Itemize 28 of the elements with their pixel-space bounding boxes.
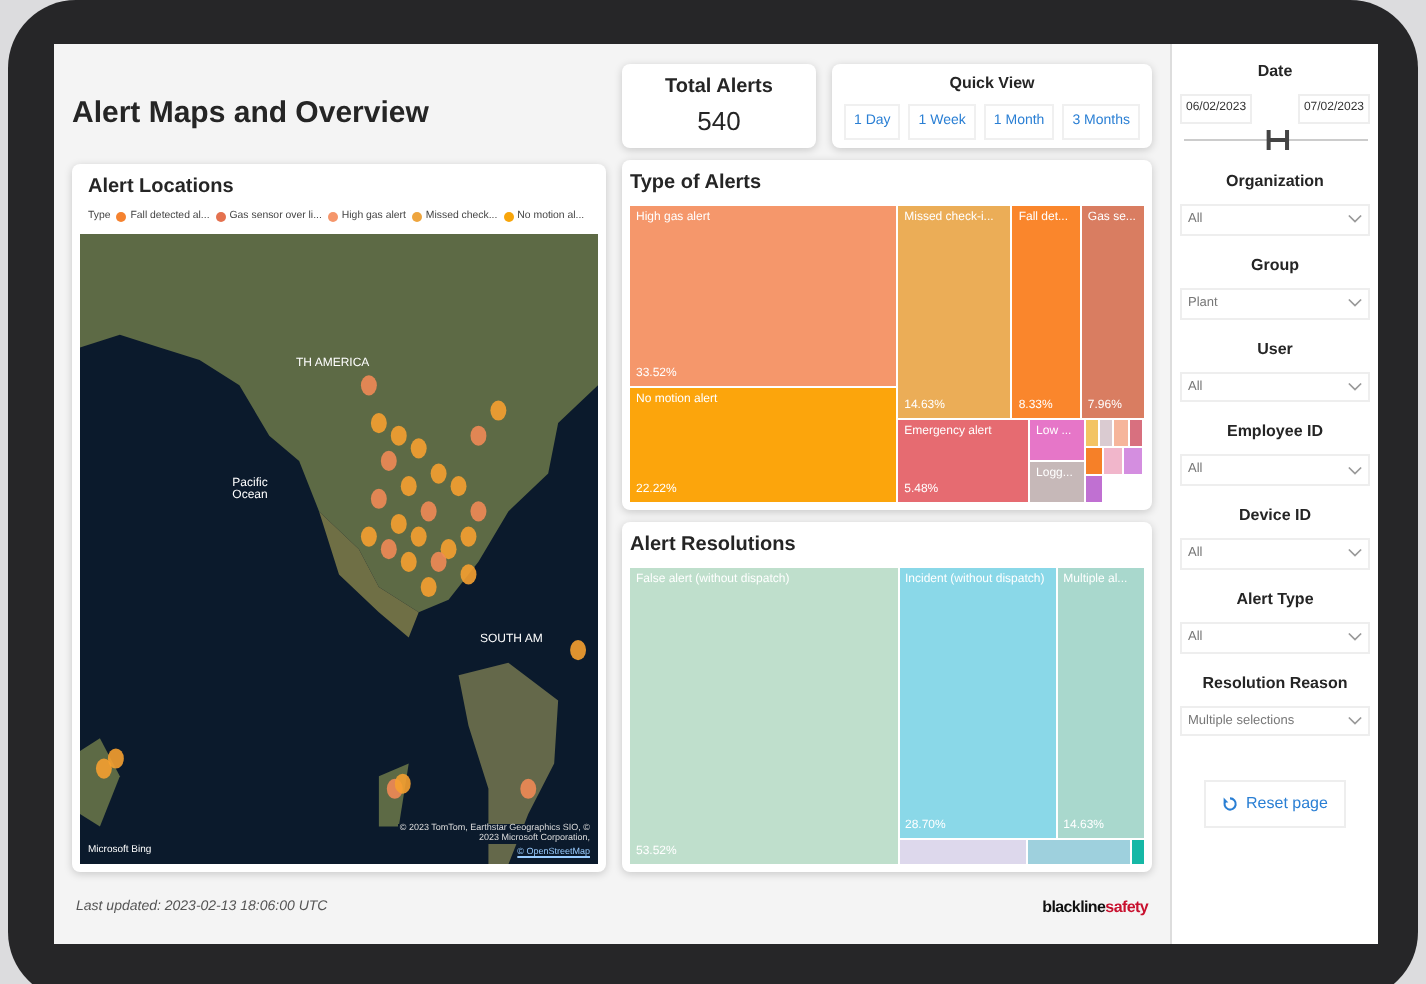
kpi-label: Total Alerts <box>663 73 775 102</box>
chevron-down-icon <box>1348 298 1362 309</box>
dashboard-title: Alert Maps and Overview <box>72 93 429 134</box>
filter-label: Employee ID <box>1224 420 1325 445</box>
chevron-down-icon <box>1348 632 1362 643</box>
quick-view-title: Quick View <box>947 71 1037 96</box>
card-title: Alert Locations <box>86 174 236 202</box>
filter-label: Alert Type <box>1234 587 1316 612</box>
filter-label: Group <box>1249 253 1301 278</box>
chevron-down-icon <box>1348 548 1362 559</box>
filter-label: Device ID <box>1236 504 1314 528</box>
slider-thumb[interactable] <box>1285 130 1290 150</box>
kpi-value: 540 <box>695 103 743 140</box>
filter-label: Organization <box>1224 170 1326 194</box>
card-title: Alert Resolutions <box>630 532 798 560</box>
date-range-slider[interactable] <box>1180 128 1372 152</box>
filter-label: Date <box>1255 60 1295 84</box>
company-logo: blacklinesafety <box>1042 896 1148 920</box>
chevron-down-icon <box>1348 214 1362 225</box>
filter-label: Resolution Reason <box>1200 671 1350 695</box>
card-title: Type of Alerts <box>630 170 764 198</box>
chevron-down-icon <box>1348 715 1362 726</box>
reset-page-button[interactable]: Reset page <box>1204 780 1346 829</box>
chevron-down-icon <box>1348 381 1362 392</box>
filter-label: User <box>1255 337 1295 361</box>
chevron-down-icon <box>1348 465 1362 476</box>
reset-icon <box>1222 796 1239 813</box>
slider-thumb[interactable] <box>1266 130 1271 150</box>
